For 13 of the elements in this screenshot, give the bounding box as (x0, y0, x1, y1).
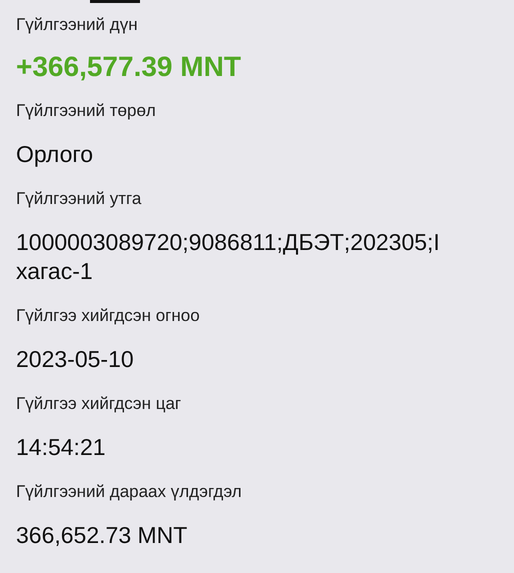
field-value: 366,652.73 MNT (16, 521, 188, 550)
field-label: Гүйлгээ хийгдсэн цаг (16, 393, 182, 415)
field-value: 1000003089720;9086811;ДБЭТ;202305;I хагас-1 (16, 228, 441, 286)
field-value: +366,577.39 MNT (16, 50, 242, 84)
field-label: Гүйлгээний дүн (16, 14, 139, 36)
field-value: 2023-05-10 (16, 345, 135, 374)
field-label: Гүйлгээ хийгдсэн огноо (16, 305, 201, 327)
field-label: Гүйлгээний дараах үлдэгдэл (16, 481, 243, 503)
field-label: Гүйлгээний утга (16, 188, 142, 210)
dark-bar (90, 0, 140, 3)
field-label: Гүйлгээний төрөл (16, 100, 157, 122)
field-value: Орлого (16, 140, 94, 169)
field-value: 14:54:21 (16, 433, 107, 462)
